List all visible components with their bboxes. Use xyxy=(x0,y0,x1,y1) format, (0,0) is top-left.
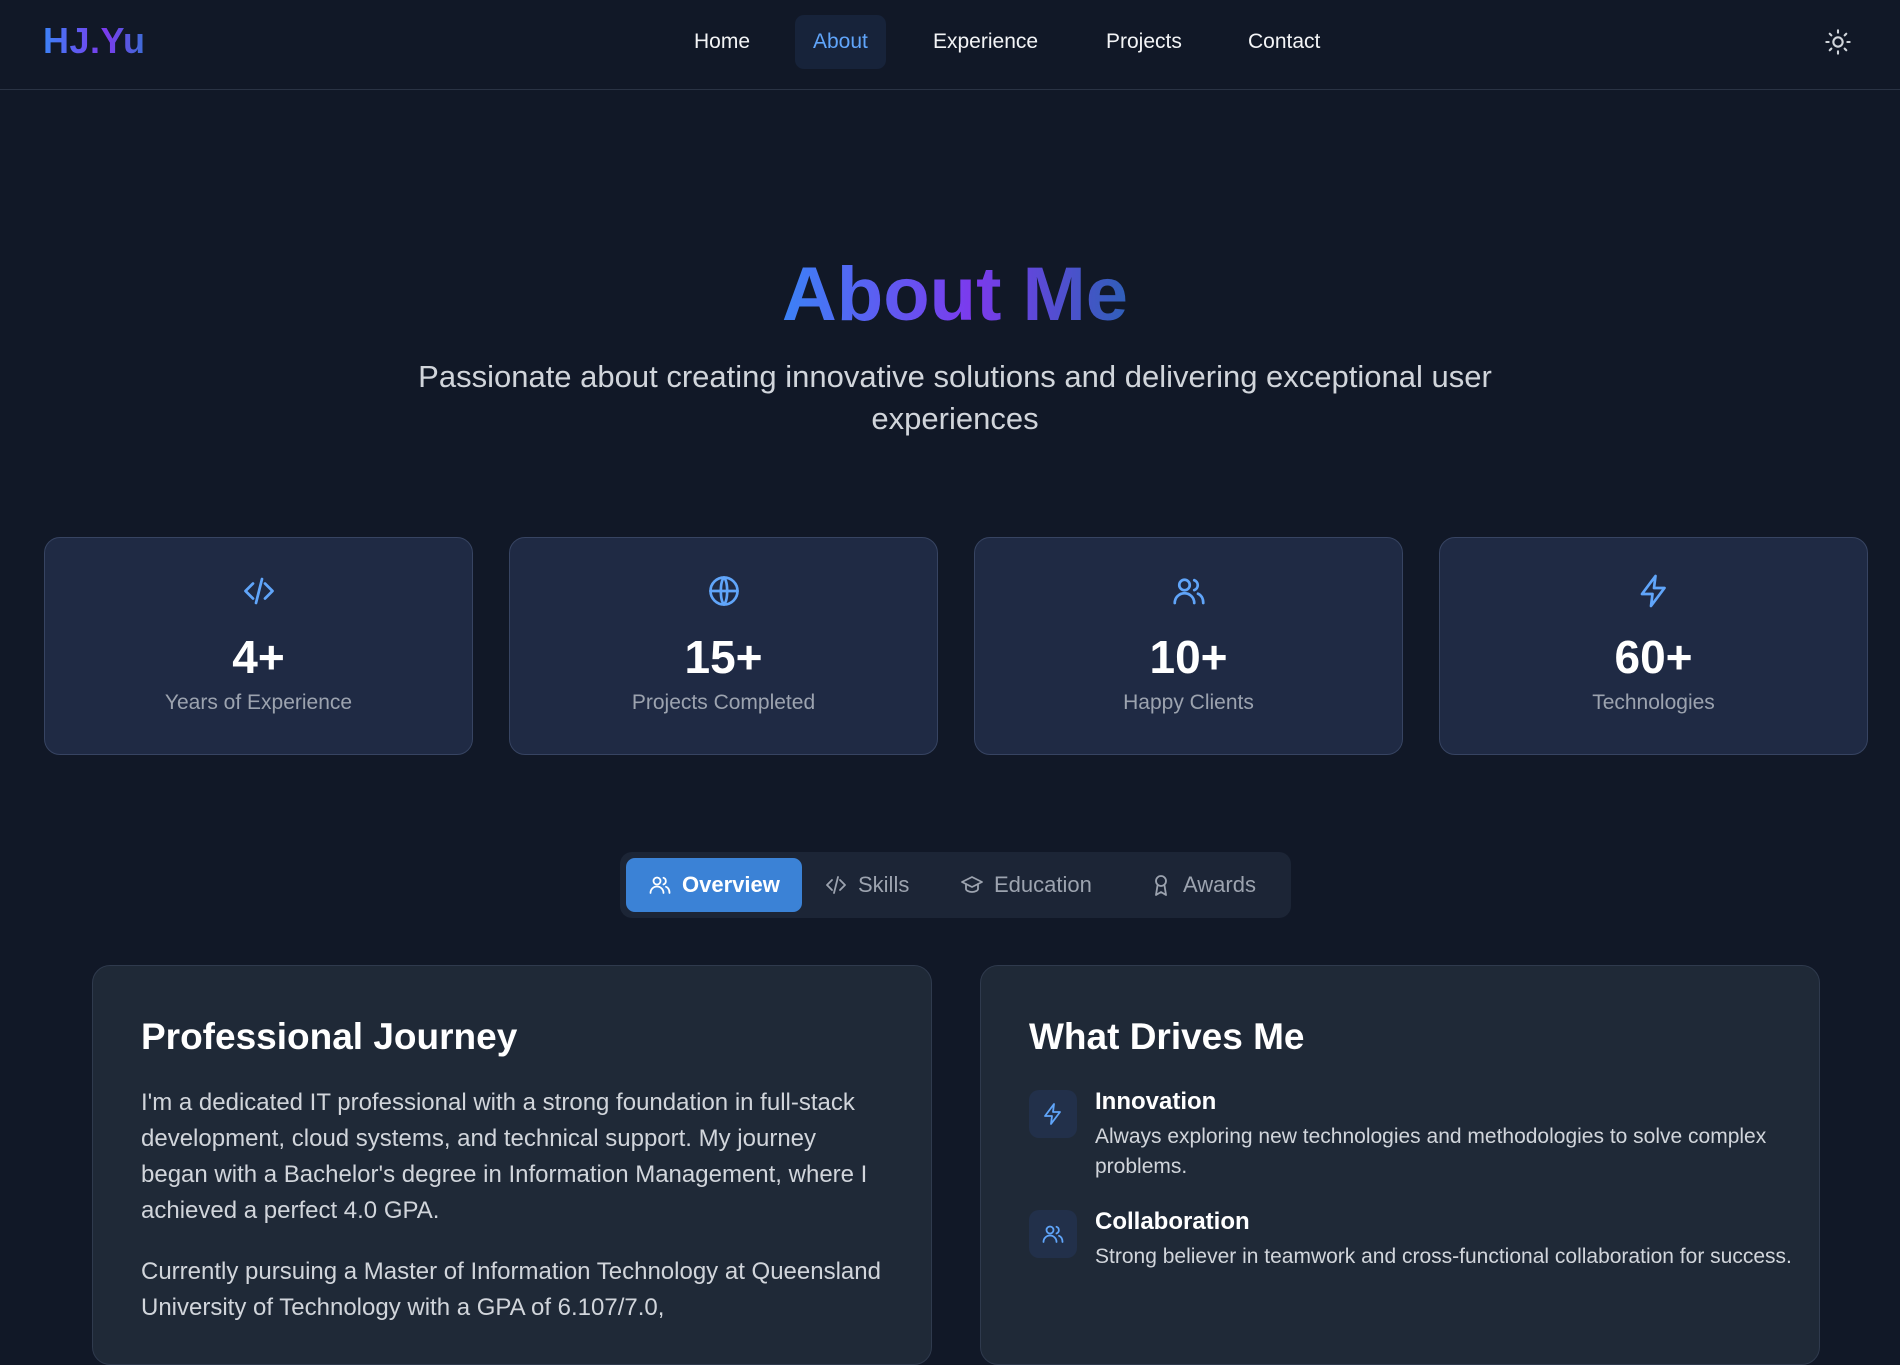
graduation-cap-icon xyxy=(961,876,983,893)
nav-links: Home About Experience Projects Contact xyxy=(0,15,1900,69)
navbar: HJ.Yu Home About Experience Projects Con… xyxy=(0,0,1900,90)
nav-item-home[interactable]: Home xyxy=(676,15,768,69)
page-subtitle: Passionate about creating innovative sol… xyxy=(418,359,1492,436)
drive-title: Collaboration xyxy=(1095,1208,1250,1235)
what-drives-me-panel: What Drives Me Innovation Always explori… xyxy=(980,965,1820,1365)
tab-label: Overview xyxy=(682,872,780,897)
stat-label: Technologies xyxy=(1592,691,1715,714)
stat-value: 4+ xyxy=(232,631,285,683)
nav-item-projects[interactable]: Projects xyxy=(1088,15,1200,69)
zap-icon xyxy=(1044,1103,1061,1125)
drive-description: Always exploring new technologies and me… xyxy=(1095,1125,1767,1178)
users-icon xyxy=(649,876,671,894)
stat-label: Years of Experience xyxy=(164,691,353,714)
users-icon xyxy=(1172,578,1205,605)
stat-value: 10+ xyxy=(1149,631,1228,683)
journey-paragraph-2: Currently pursuing a Master of Informati… xyxy=(141,1258,881,1321)
stat-card-clients: 10+ Happy Clients xyxy=(974,537,1403,755)
stat-label: Happy Clients xyxy=(1123,691,1254,714)
code-icon xyxy=(826,876,846,894)
tab-label: Skills xyxy=(858,872,910,897)
tab-overview[interactable]: Overview xyxy=(626,858,802,912)
users-icon xyxy=(1042,1225,1064,1243)
drive-description: Strong believer in teamwork and cross-fu… xyxy=(1095,1245,1792,1268)
award-icon xyxy=(1155,875,1167,896)
about-tabs: Overview Skills Education Awards xyxy=(620,852,1291,918)
zap-icon xyxy=(1640,574,1666,608)
panel-title: Professional Journey xyxy=(141,1016,518,1057)
stat-card-technologies: 60+ Technologies xyxy=(1439,537,1868,755)
stat-label: Projects Completed xyxy=(631,691,816,714)
tab-label: Education xyxy=(994,872,1092,897)
stat-card-experience: 4+ Years of Experience xyxy=(44,537,473,755)
code-icon xyxy=(243,577,274,605)
stat-value: 60+ xyxy=(1614,631,1693,683)
nav-item-experience[interactable]: Experience xyxy=(915,15,1056,69)
page-title: About Me xyxy=(781,252,1129,337)
stat-card-projects: 15+ Projects Completed xyxy=(509,537,938,755)
nav-item-contact[interactable]: Contact xyxy=(1230,15,1338,69)
journey-paragraph-1: I'm a dedicated IT professional with a s… xyxy=(141,1089,868,1224)
globe-icon xyxy=(708,576,739,606)
stat-value: 15+ xyxy=(684,631,763,683)
nav-item-about[interactable]: About xyxy=(795,15,886,69)
tab-awards[interactable]: Awards xyxy=(1127,858,1278,912)
theme-toggle-button[interactable] xyxy=(1820,24,1856,60)
drive-title: Innovation xyxy=(1095,1088,1217,1115)
tab-label: Awards xyxy=(1183,872,1256,897)
tab-education[interactable]: Education xyxy=(938,858,1114,912)
sun-icon xyxy=(1825,29,1851,55)
professional-journey-panel: Professional Journey I'm a dedicated IT … xyxy=(92,965,932,1365)
tab-skills[interactable]: Skills xyxy=(802,858,931,912)
panel-title: What Drives Me xyxy=(1029,1016,1305,1057)
